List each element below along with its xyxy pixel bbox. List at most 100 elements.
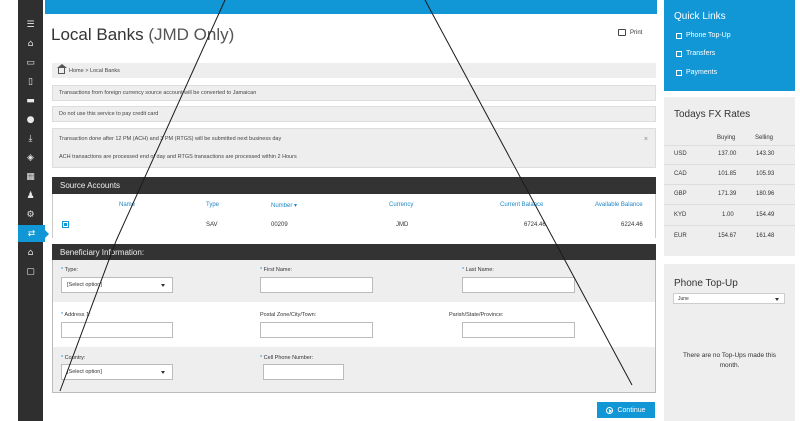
cell-phone-label: * Cell Phone Number: bbox=[260, 355, 314, 361]
account-type: SAV bbox=[206, 222, 218, 228]
beneficiary-form: * Type: [Select option] * First Name: * … bbox=[52, 260, 656, 393]
fx-rates-title: Todays FX Rates bbox=[674, 109, 751, 120]
last-name-field[interactable] bbox=[462, 277, 575, 293]
page: ☰ ⌂ ▭ ▯ ▬ ● ⤓ ◈ ▦ ♟ ⚙ ⇄ ⌂ ▢ Local Banks … bbox=[0, 0, 800, 421]
monitor-icon[interactable]: ▭ bbox=[18, 54, 43, 71]
notice-timing: Transaction done after 12 PM (ACH) and 3… bbox=[52, 128, 656, 168]
fx-buying: 154.67 bbox=[718, 233, 737, 239]
fx-currency: KYD bbox=[674, 212, 687, 218]
user-icon[interactable]: ● bbox=[18, 111, 43, 128]
col-name[interactable]: Name bbox=[119, 202, 135, 208]
fx-divider bbox=[664, 184, 795, 185]
beneficiary-header: Beneficiary Information: bbox=[52, 244, 656, 261]
col-number[interactable]: Number ▾ bbox=[271, 202, 297, 209]
fx-selling: 180.96 bbox=[756, 191, 775, 197]
country-select[interactable]: [Select option] bbox=[61, 364, 173, 380]
mobile-icon[interactable]: ▯ bbox=[18, 73, 43, 90]
fx-divider bbox=[664, 225, 795, 226]
type-select[interactable]: [Select option] bbox=[61, 277, 173, 293]
notice-foreign-currency: Transactions from foreign currency sourc… bbox=[52, 85, 656, 101]
account-currency: JMD bbox=[396, 222, 409, 228]
phone-topup-title: Phone Top-Up bbox=[674, 278, 738, 289]
account-current-balance: 6724.46 bbox=[524, 222, 546, 228]
notice-credit-card: Do not use this service to pay credit ca… bbox=[52, 106, 656, 122]
quick-link-payments-label: Payments bbox=[686, 69, 718, 76]
notice-credit-card-text: Do not use this service to pay credit ca… bbox=[59, 111, 159, 117]
close-icon[interactable]: × bbox=[644, 136, 648, 143]
address1-label: * Address 1: bbox=[61, 312, 91, 318]
col-available-balance[interactable]: Available Balance bbox=[595, 202, 643, 208]
printer-icon bbox=[618, 29, 626, 36]
first-name-field[interactable] bbox=[260, 277, 373, 293]
download-icon[interactable]: ⤓ bbox=[18, 130, 43, 147]
parish-label: Parish/State/Province: bbox=[449, 312, 504, 318]
page-title-sub: (JMD Only) bbox=[148, 25, 235, 44]
phone-topup-empty-message: There are no Top-Ups made this month. bbox=[682, 352, 777, 369]
phone-topup-panel: Phone Top-Up June There are no Top-Ups m… bbox=[664, 264, 795, 421]
postal-field[interactable] bbox=[260, 322, 373, 338]
continue-button[interactable]: Continue bbox=[597, 402, 655, 418]
bank-icon[interactable]: ⌂ bbox=[18, 244, 43, 261]
print-label: Print bbox=[630, 29, 643, 36]
fx-rates-panel: Todays FX Rates Buying Selling USD 137.0… bbox=[664, 97, 795, 256]
account-available-balance: 6224.46 bbox=[621, 222, 643, 228]
col-type[interactable]: Type bbox=[206, 202, 219, 208]
notice-timing-line-1: Transaction done after 12 PM (ACH) and 3… bbox=[59, 136, 282, 142]
card-icon[interactable]: ▬ bbox=[18, 92, 43, 109]
fx-buying: 137.00 bbox=[718, 151, 737, 157]
breadcrumb-text[interactable]: Home > Local Banks bbox=[69, 68, 120, 74]
source-accounts-header: Source Accounts bbox=[52, 177, 656, 194]
country-select-value: [Select option] bbox=[67, 369, 102, 375]
fx-selling: 105.93 bbox=[756, 171, 775, 177]
quick-link-transfers-label: Transfers bbox=[686, 50, 716, 57]
quick-link-phone-topup[interactable]: Phone Top-Up bbox=[676, 32, 731, 39]
transfer-icon[interactable]: ⇄ bbox=[18, 225, 49, 242]
breadcrumb: Home > Local Banks bbox=[52, 63, 656, 78]
quick-links-panel: Quick Links Phone Top-Up Transfers Payme… bbox=[664, 0, 795, 91]
type-select-value: [Select option] bbox=[67, 282, 102, 288]
account-select-checkbox[interactable] bbox=[62, 221, 69, 228]
chevron-down-icon bbox=[161, 284, 165, 287]
calculator-icon[interactable]: ▦ bbox=[18, 168, 43, 185]
fx-currency: CAD bbox=[674, 171, 687, 177]
home-icon[interactable]: ⌂ bbox=[18, 35, 43, 52]
settings-icon[interactable]: ⚙ bbox=[18, 206, 43, 223]
quick-link-transfers[interactable]: Transfers bbox=[676, 50, 715, 57]
address1-field[interactable] bbox=[61, 322, 173, 338]
users-icon bbox=[676, 69, 682, 76]
cell-phone-field[interactable] bbox=[263, 364, 344, 380]
chevron-down-icon bbox=[775, 298, 779, 301]
beneficiary-title: Beneficiary Information: bbox=[60, 248, 145, 257]
country-label: * Country: bbox=[61, 355, 86, 361]
fx-currency: EUR bbox=[674, 233, 687, 239]
source-accounts-title: Source Accounts bbox=[60, 181, 121, 190]
money-icon[interactable]: ◈ bbox=[18, 149, 43, 166]
fx-currency: USD bbox=[674, 151, 687, 157]
arrow-circle-icon bbox=[606, 406, 614, 414]
fx-selling-header: Selling bbox=[755, 135, 774, 141]
col-current-balance[interactable]: Current Balance bbox=[500, 202, 543, 208]
top-accent-bar bbox=[45, 0, 657, 14]
fx-selling: 161.48 bbox=[756, 233, 775, 239]
sidebar-rail: ☰ ⌂ ▭ ▯ ▬ ● ⤓ ◈ ▦ ♟ ⚙ ⇄ ⌂ ▢ bbox=[18, 0, 49, 421]
fx-buying-header: Buying bbox=[717, 135, 736, 141]
print-button[interactable]: Print bbox=[618, 29, 642, 36]
notice-timing-line-2: ACH transactions are processed end of da… bbox=[59, 154, 297, 160]
quick-link-payments[interactable]: Payments bbox=[676, 69, 717, 76]
breadcrumb-home-icon[interactable] bbox=[57, 63, 67, 74]
month-select-value: June bbox=[678, 295, 689, 302]
first-name-label: * First Name: bbox=[260, 267, 293, 273]
fx-currency: GBP bbox=[674, 191, 687, 197]
message-icon[interactable]: ▢ bbox=[18, 263, 43, 280]
parish-field[interactable] bbox=[462, 322, 575, 338]
fx-divider bbox=[664, 164, 795, 165]
fx-divider bbox=[664, 204, 795, 205]
last-name-label: * Last Name: bbox=[462, 267, 494, 273]
col-currency[interactable]: Currency bbox=[389, 202, 413, 208]
beneficiary-row-3: * Country: [Select option] * Cell Phone … bbox=[53, 347, 655, 392]
beneficiary-row-2: * Address 1: Postal Zone/City/Town: Pari… bbox=[53, 302, 655, 347]
fx-buying: 101.85 bbox=[718, 171, 737, 177]
menu-icon[interactable]: ☰ bbox=[18, 16, 43, 33]
month-select[interactable]: June bbox=[673, 293, 785, 304]
users-icon[interactable]: ♟ bbox=[18, 187, 43, 204]
